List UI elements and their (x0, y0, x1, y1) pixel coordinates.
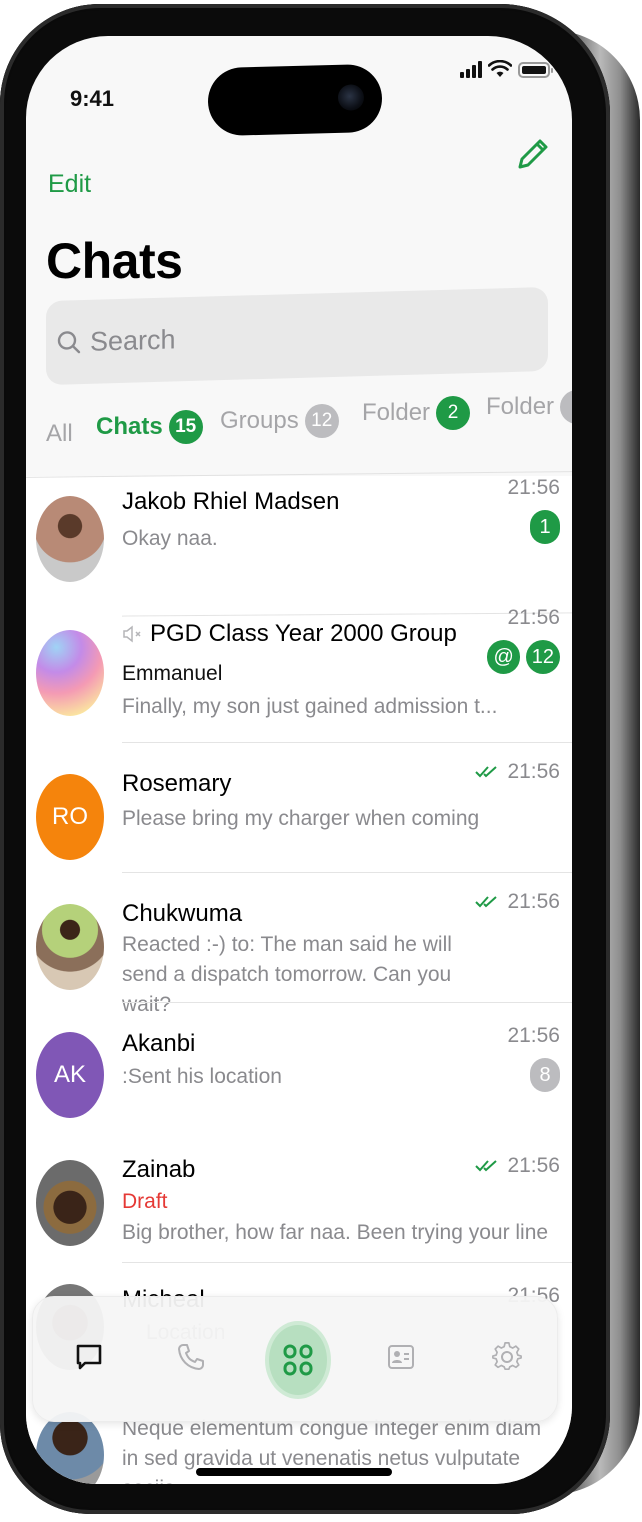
gear-icon (492, 1342, 522, 1371)
double-check-icon (475, 766, 498, 778)
home-indicator[interactable] (196, 1468, 392, 1476)
tab-chats-nav[interactable] (67, 1335, 111, 1379)
chat-preview: Finally, my son just gained admission t.… (122, 695, 498, 718)
search-placeholder: Search (90, 323, 176, 357)
chat-preview: Okay naa. (122, 527, 218, 550)
row-badges: 1 (530, 510, 560, 544)
chat-row-chukwuma[interactable]: Chukwuma Reacted :-) to: The man said he… (26, 872, 572, 1016)
tab-folder-2[interactable]: Folder 6 (486, 390, 572, 424)
avatar (36, 630, 104, 716)
tab-groups[interactable]: Groups 12 (220, 404, 339, 438)
tab-all[interactable]: All (46, 420, 73, 448)
tab-label: Chats (96, 413, 163, 440)
tab-contacts-nav[interactable] (379, 1335, 423, 1379)
chat-time: 21:56 (507, 476, 560, 500)
search-icon (57, 331, 81, 354)
avatar-initials: AK (53, 1061, 86, 1088)
chat-time: 21:56 (475, 1154, 560, 1178)
chat-name-text: PGD Class Year 2000 Group (150, 620, 457, 647)
avatar (36, 904, 104, 990)
time-label: 21:56 (507, 476, 560, 499)
unread-badge: 12 (525, 640, 560, 674)
chat-preview: Please bring my charger when coming (122, 807, 480, 830)
chat-name: Jakob Rhiel Madsen (122, 488, 340, 515)
phone-icon (178, 1344, 204, 1370)
cellular-signal-icon (460, 60, 482, 78)
chat-preview: Big brother, how far naa. Been trying yo… (122, 1221, 549, 1244)
tab-badge: 2 (436, 396, 471, 430)
chat-time: 21:56 (507, 1024, 560, 1048)
search-input[interactable]: Search (46, 286, 548, 386)
tab-label: Folder (486, 393, 555, 420)
folder-tabs: All Chats 15 Groups 12 Folder 2 Folder 6 (46, 390, 572, 474)
tab-badge: 12 (304, 404, 339, 438)
time-label: 21:56 (507, 1024, 560, 1047)
tab-label: Folder (362, 399, 431, 426)
status-time: 9:41 (70, 86, 115, 111)
avatar (36, 496, 104, 582)
chat-name: Zainab (122, 1156, 196, 1183)
camera-lens (337, 84, 365, 111)
chat-sender: Emmanuel (122, 662, 223, 685)
bottom-tab-bar (32, 1296, 558, 1422)
muted-icon (123, 625, 141, 643)
contact-card-icon (388, 1345, 414, 1369)
tab-apps-nav[interactable] (269, 1325, 327, 1395)
avatar-initials: RO (52, 803, 88, 830)
compose-button[interactable] (514, 136, 550, 172)
status-icons (460, 60, 553, 78)
chat-name: Rosemary (122, 770, 232, 797)
chat-preview: :Sent his location (122, 1065, 282, 1088)
tab-folder-1[interactable]: Folder 2 (362, 396, 471, 430)
phone-body: 9:41 Edit Chats Search All Chats 15 Grou… (0, 4, 610, 1514)
time-label: 21:56 (507, 890, 560, 913)
avatar: RO (36, 774, 104, 860)
tab-settings-nav[interactable] (485, 1335, 529, 1379)
chat-bubble-icon (76, 1344, 102, 1370)
chat-row-zainab[interactable]: Zainab Draft Big brother, how far naa. B… (26, 1132, 572, 1262)
wifi-icon (488, 60, 512, 77)
chat-name: Akanbi (122, 1030, 196, 1057)
chat-name: Chukwuma (122, 900, 243, 927)
tab-badge: 6 (560, 390, 572, 424)
mention-badge: @ (487, 640, 520, 674)
chat-row-pgd-group[interactable]: PGD Class Year 2000 Group Emmanuel Final… (26, 606, 572, 736)
chat-time: 21:56 (475, 890, 560, 914)
double-check-icon (475, 1160, 498, 1172)
unread-badge: 1 (530, 510, 560, 544)
tab-badge: 15 (168, 410, 203, 444)
avatar (36, 1160, 104, 1246)
battery-icon (518, 62, 553, 78)
chat-row-rosemary[interactable]: RO Rosemary Please bring my charger when… (26, 742, 572, 872)
row-badges: @ 12 (487, 640, 560, 674)
chat-time: 21:56 (475, 760, 560, 784)
tab-label: All (46, 420, 73, 447)
chat-name: PGD Class Year 2000 Group (122, 620, 457, 648)
unread-badge: 8 (530, 1058, 560, 1092)
edit-button[interactable]: Edit (48, 170, 91, 199)
dynamic-island (207, 63, 383, 137)
time-label: 21:56 (507, 760, 560, 783)
avatar (36, 1412, 104, 1484)
tab-calls-nav[interactable] (169, 1335, 213, 1379)
avatar: AK (36, 1032, 104, 1118)
chat-time: 21:56 (507, 606, 560, 630)
tab-chats[interactable]: Chats 15 (96, 410, 203, 444)
chat-row-akanbi[interactable]: AK Akanbi :Sent his location 21:56 8 (26, 1002, 572, 1132)
tab-label: Groups (220, 407, 299, 434)
double-check-icon (475, 896, 498, 908)
phone-screen: 9:41 Edit Chats Search All Chats 15 Grou… (26, 36, 572, 1484)
time-label: 21:56 (507, 606, 560, 629)
time-label: 21:56 (507, 1154, 560, 1177)
pencil-icon (518, 139, 548, 169)
page-title: Chats (46, 233, 183, 289)
grid-icon (283, 1344, 313, 1376)
chat-row-jakob[interactable]: Jakob Rhiel Madsen Okay naa. 21:56 1 (26, 476, 572, 606)
row-badges: 8 (530, 1058, 560, 1092)
draft-label: Draft (122, 1190, 168, 1213)
